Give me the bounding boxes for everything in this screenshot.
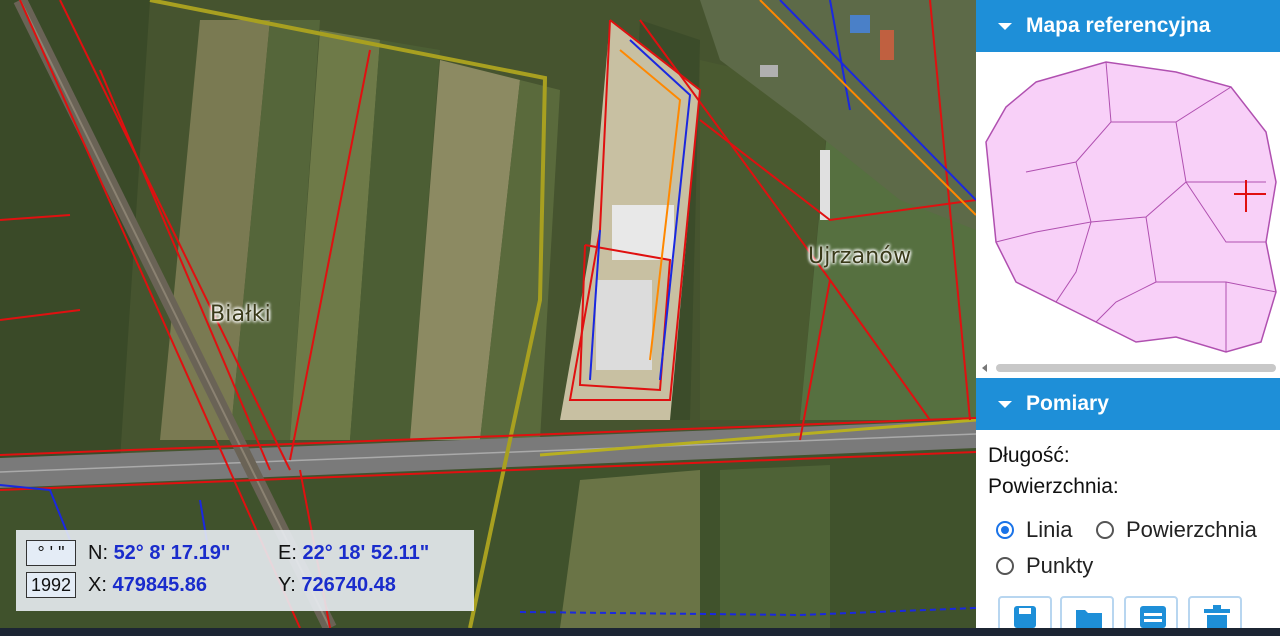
side-panel: Mapa referencyjna Pomiary Długość: Powie… [976,0,1280,628]
coord-row-1992: 1992 X: 479845.86 Y: 726740.48 [26,571,396,599]
radio-punkty[interactable]: Punkty [996,553,1093,579]
save-icon [1014,606,1036,628]
measure-title: Pomiary [1026,392,1109,415]
radio-button-icon[interactable] [1096,521,1114,539]
folder-icon [1076,610,1102,628]
e-value: 22° 18' 52.11" [302,541,430,564]
radio-powierzchnia[interactable]: Powierzchnia [1096,517,1257,543]
system-toggle-button[interactable]: 1992 [26,572,76,598]
radio-punkty-label: Punkty [1026,553,1094,578]
measure-header[interactable]: Pomiary [976,378,1280,430]
poland-regions-map [985,61,1277,353]
ref-map-scrollbar[interactable] [982,363,1276,373]
radio-linia[interactable]: Linia [996,517,1072,543]
radio-linia-label: Linia [1026,517,1073,542]
collapse-caret-icon [998,22,1012,30]
x-value: 479845.86 [112,573,208,596]
e-label: E: [278,541,297,564]
radio-powierzchnia-label: Powierzchnia [1126,517,1257,542]
format-toggle-button[interactable]: ° ' " [26,540,76,566]
collapse-caret-icon [998,400,1012,408]
save-button[interactable] [998,596,1052,628]
n-value: 52° 8' 17.19" [113,541,231,564]
delete-button[interactable] [1188,596,1242,628]
radio-button-icon[interactable] [996,557,1014,575]
list-icon [1140,606,1166,628]
area-label: Powierzchnia: [988,475,1119,498]
delete-icon [1204,605,1230,628]
radio-button-icon[interactable] [996,521,1014,539]
n-label: N: [88,541,108,564]
list-button[interactable] [1124,596,1178,628]
place-label-ujrzanow: Ujrzanów [808,244,912,269]
coordinate-box: ° ' " N: 52° 8' 17.19" E: 22° 18' 52.11"… [16,530,474,611]
y-value: 726740.48 [301,573,396,596]
ref-map-title: Mapa referencyjna [1026,14,1211,37]
reference-map[interactable] [976,52,1280,372]
coord-row-geographic: ° ' " N: 52° 8' 17.19" E: 22° 18' 52.11" [26,539,429,567]
place-label-bialki: Białki [210,302,271,327]
taskbar [0,628,1280,636]
ref-map-header[interactable]: Mapa referencyjna [976,0,1280,52]
length-label: Długość: [988,444,1070,467]
open-button[interactable] [1060,596,1114,628]
y-label: Y: [278,573,296,596]
x-label: X: [88,573,107,596]
